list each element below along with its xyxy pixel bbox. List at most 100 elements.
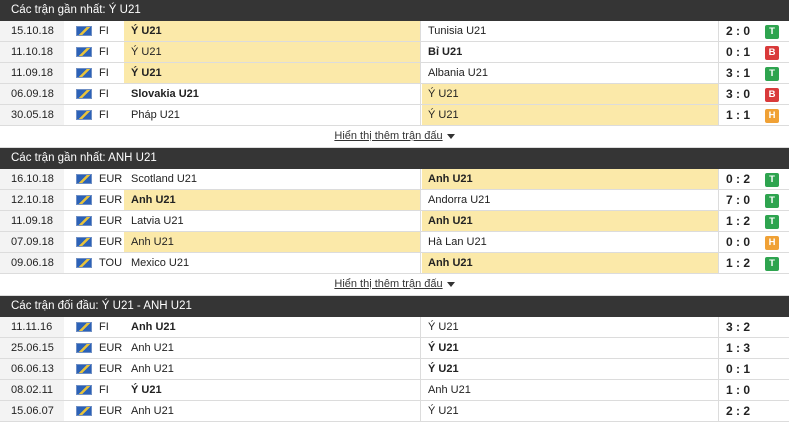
match-date: 11.09.18 xyxy=(0,63,64,83)
match-score[interactable]: 0 : 2 xyxy=(718,169,758,189)
match-date: 25.06.15 xyxy=(0,338,64,358)
match-row[interactable]: 09.06.18 TOU Mexico U21 Anh U21 1 : 2T xyxy=(0,253,789,274)
match-row[interactable]: 07.09.18 EUR Anh U21 Hà Lan U21 0 : 0H xyxy=(0,232,789,253)
league-flag-icon xyxy=(76,258,92,268)
away-team[interactable]: Anh U21 xyxy=(422,253,718,273)
home-team[interactable]: Ý U21 xyxy=(124,380,420,400)
home-team[interactable]: Scotland U21 xyxy=(124,169,420,189)
match-score[interactable]: 7 : 0 xyxy=(718,190,758,210)
show-more-row: Hiển thị thêm trận đấu xyxy=(0,274,789,296)
away-team[interactable]: Anh U21 xyxy=(422,380,718,400)
divider xyxy=(420,42,421,62)
home-team[interactable]: Anh U21 xyxy=(124,190,420,210)
match-date: 15.10.18 xyxy=(0,21,64,41)
league-flag-icon xyxy=(76,47,92,57)
result-badge: T xyxy=(765,25,779,39)
league-flag-icon xyxy=(76,237,92,247)
home-team[interactable]: Ý U21 xyxy=(124,63,420,83)
match-row[interactable]: 12.10.18 EUR Anh U21 Andorra U21 7 : 0T xyxy=(0,190,789,211)
match-row[interactable]: 16.10.18 EUR Scotland U21 Anh U21 0 : 2T xyxy=(0,169,789,190)
league-flag-icon xyxy=(76,195,92,205)
home-team[interactable]: Pháp U21 xyxy=(124,105,420,125)
home-team[interactable]: Slovakia U21 xyxy=(124,84,420,104)
match-score[interactable]: 1 : 2 xyxy=(718,211,758,231)
league-flag-icon xyxy=(76,68,92,78)
home-team[interactable]: Anh U21 xyxy=(124,401,420,421)
match-score[interactable]: 2 : 0 xyxy=(718,21,758,41)
home-team[interactable]: Anh U21 xyxy=(124,359,420,379)
away-team[interactable]: Andorra U21 xyxy=(422,190,718,210)
home-team[interactable]: Anh U21 xyxy=(124,317,420,337)
away-team[interactable]: Anh U21 xyxy=(422,211,718,231)
divider xyxy=(420,253,421,273)
away-team[interactable]: Ý U21 xyxy=(422,105,718,125)
show-more-link[interactable]: Hiển thị thêm trận đấu xyxy=(334,130,442,142)
caret-down-icon[interactable] xyxy=(446,281,455,287)
league-flag-icon xyxy=(76,174,92,184)
league-flag-icon xyxy=(76,26,92,36)
match-date: 11.11.16 xyxy=(0,317,64,337)
caret-down-icon[interactable] xyxy=(446,133,455,139)
match-score[interactable]: 1 : 2 xyxy=(718,253,758,273)
match-row[interactable]: 15.06.07 EUR Anh U21 Ý U21 2 : 2 xyxy=(0,401,789,422)
league-flag-icon xyxy=(76,343,92,353)
home-team[interactable]: Latvia U21 xyxy=(124,211,420,231)
match-date: 12.10.18 xyxy=(0,190,64,210)
away-team[interactable]: Bỉ U21 xyxy=(422,42,718,62)
home-team[interactable]: Mexico U21 xyxy=(124,253,420,273)
match-list: 11.11.16 FI Anh U21 Ý U21 3 : 2 25.06.15 EUR An… xyxy=(0,317,789,422)
show-more-row: Hiển thị thêm trận đấu xyxy=(0,126,789,148)
section-title: Các trận gần nhất: ANH U21 xyxy=(0,148,789,169)
home-team[interactable]: Ý U21 xyxy=(124,21,420,41)
section-title: Các trận gần nhất: Ý U21 xyxy=(0,0,789,21)
show-more-link[interactable]: Hiển thị thêm trận đấu xyxy=(334,278,442,290)
divider xyxy=(420,190,421,210)
match-date: 08.02.11 xyxy=(0,380,64,400)
match-row[interactable]: 30.05.18 FI Pháp U21 Ý U21 1 : 1H xyxy=(0,105,789,126)
league-flag-icon xyxy=(76,322,92,332)
match-row[interactable]: 15.10.18 FI Ý U21 Tunisia U21 2 : 0T xyxy=(0,21,789,42)
away-team[interactable]: Ý U21 xyxy=(422,84,718,104)
match-score[interactable]: 1 : 3 xyxy=(718,338,758,358)
match-row[interactable]: 06.09.18 FI Slovakia U21 Ý U21 3 : 0B xyxy=(0,84,789,105)
league-flag-icon xyxy=(70,317,94,337)
result-badge: T xyxy=(765,173,779,187)
away-team[interactable]: Ý U21 xyxy=(422,359,718,379)
home-team[interactable]: Ý U21 xyxy=(124,42,420,62)
away-team[interactable]: Anh U21 xyxy=(422,169,718,189)
away-team[interactable]: Tunisia U21 xyxy=(422,21,718,41)
home-team[interactable]: Anh U21 xyxy=(124,338,420,358)
result-cell: T xyxy=(765,63,781,83)
divider xyxy=(420,338,421,358)
match-row[interactable]: 11.09.18 EUR Latvia U21 Anh U21 1 : 2T xyxy=(0,211,789,232)
divider xyxy=(420,84,421,104)
match-row[interactable]: 11.09.18 FI Ý U21 Albania U21 3 : 1T xyxy=(0,63,789,84)
match-score[interactable]: 3 : 1 xyxy=(718,63,758,83)
match-score[interactable]: 1 : 0 xyxy=(718,380,758,400)
home-team[interactable]: Anh U21 xyxy=(124,232,420,252)
result-badge: H xyxy=(765,236,779,250)
result-cell: T xyxy=(765,253,781,273)
match-row[interactable]: 08.02.11 FI Ý U21 Anh U21 1 : 0 xyxy=(0,380,789,401)
match-row[interactable]: 06.06.13 EUR Anh U21 Ý U21 0 : 1 xyxy=(0,359,789,380)
section-title: Các trận đối đầu: Ý U21 - ANH U21 xyxy=(0,296,789,317)
away-team[interactable]: Hà Lan U21 xyxy=(422,232,718,252)
match-row[interactable]: 11.11.16 FI Anh U21 Ý U21 3 : 2 xyxy=(0,317,789,338)
result-cell: T xyxy=(765,21,781,41)
match-score[interactable]: 2 : 2 xyxy=(718,401,758,421)
match-score[interactable]: 0 : 0 xyxy=(718,232,758,252)
league-flag-icon xyxy=(70,190,94,210)
away-team[interactable]: Albania U21 xyxy=(422,63,718,83)
match-row[interactable]: 11.10.18 FI Ý U21 Bỉ U21 0 : 1B xyxy=(0,42,789,63)
match-score[interactable]: 0 : 1 xyxy=(718,42,758,62)
away-team[interactable]: Ý U21 xyxy=(422,338,718,358)
league-flag-icon xyxy=(70,232,94,252)
match-date: 06.06.13 xyxy=(0,359,64,379)
match-score[interactable]: 1 : 1 xyxy=(718,105,758,125)
match-score[interactable]: 0 : 1 xyxy=(718,359,758,379)
match-score[interactable]: 3 : 0 xyxy=(718,84,758,104)
away-team[interactable]: Ý U21 xyxy=(422,317,718,337)
match-score[interactable]: 3 : 2 xyxy=(718,317,758,337)
match-row[interactable]: 25.06.15 EUR Anh U21 Ý U21 1 : 3 xyxy=(0,338,789,359)
away-team[interactable]: Ý U21 xyxy=(422,401,718,421)
